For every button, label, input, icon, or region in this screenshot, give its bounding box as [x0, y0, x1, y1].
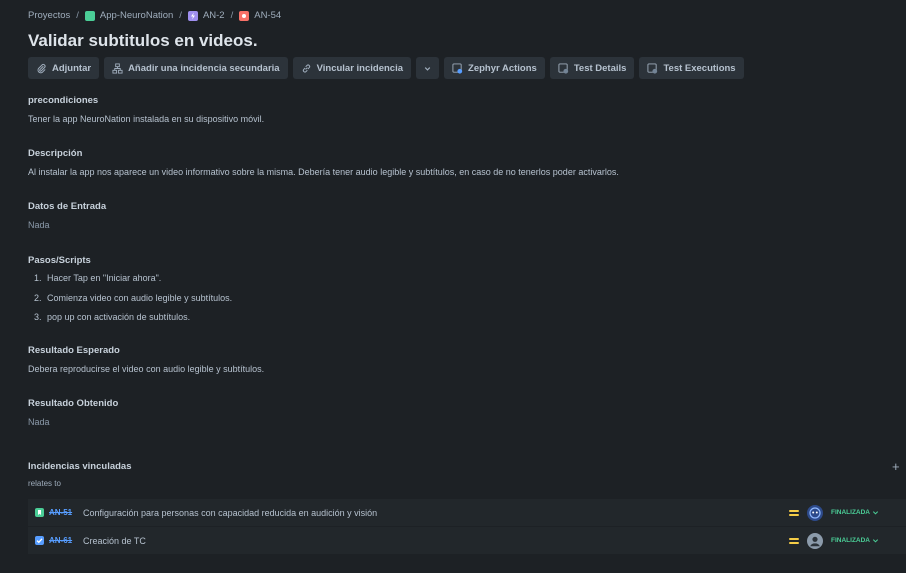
preconditions-text[interactable]: Tener la app NeuroNation instalada en su…	[28, 114, 264, 124]
input-data-heading: Datos de Entrada	[28, 201, 107, 212]
linked-issue-row[interactable]: AN-51 Configuración para personas con ca…	[28, 499, 906, 526]
test-details-label: Test Details	[573, 62, 627, 74]
test-executions-label: Test Executions	[663, 62, 736, 74]
step-text: pop up con activación de subtítulos.	[47, 312, 191, 322]
breadcrumb-project[interactable]: App-NeuroNation	[84, 10, 174, 21]
attach-button[interactable]: Adjuntar	[28, 57, 100, 79]
preconditions-heading: precondiciones	[28, 95, 99, 106]
page-title[interactable]: Validar subtitulos en videos.	[28, 31, 258, 51]
step-number: 1.	[34, 273, 42, 283]
link-issue-button[interactable]: Vincular incidencia	[292, 57, 412, 79]
description-text[interactable]: Al instalar la app nos aparece un video …	[28, 167, 619, 177]
status-label: FINALIZADA	[831, 509, 870, 516]
description-heading: Descripción	[28, 148, 83, 159]
priority-medium-icon	[789, 508, 799, 518]
more-dropdown-button[interactable]	[416, 57, 440, 79]
test-executions-icon	[647, 62, 658, 74]
linked-issue-key[interactable]: AN-51	[49, 508, 77, 517]
zephyr-actions-button[interactable]: Zephyr Actions	[444, 57, 545, 79]
add-child-issue-label: Añadir una incidencia secundaria	[128, 62, 280, 74]
list-item: 3. pop up con activación de subtítulos.	[34, 312, 232, 332]
link-icon	[302, 64, 310, 72]
chevron-down-icon	[872, 539, 879, 543]
linked-issue-summary[interactable]: Configuración para personas con capacida…	[83, 508, 789, 518]
actual-result-heading: Resultado Obtenido	[28, 398, 119, 409]
avatar[interactable]	[807, 532, 823, 549]
steps-heading: Pasos/Scripts	[28, 255, 91, 266]
step-number: 3.	[34, 312, 42, 322]
story-icon	[35, 508, 44, 517]
preconditions-section: precondiciones Tener la app NeuroNation …	[28, 95, 264, 124]
step-text: Comienza video con audio legible y subtí…	[47, 292, 233, 303]
status-label: FINALIZADA	[831, 537, 870, 544]
paperclip-icon	[37, 63, 46, 73]
linked-issue-key[interactable]: AN-61	[49, 536, 77, 545]
chevron-down-icon	[872, 511, 879, 515]
zephyr-icon	[452, 62, 463, 74]
step-text: Hacer Tap en "Iniciar ahora".	[47, 273, 162, 283]
priority-medium-icon	[789, 536, 799, 546]
linked-issue-row[interactable]: AN-61 Creación de TC FINALIZADA	[28, 527, 906, 554]
breadcrumb-issue[interactable]: AN-54	[239, 10, 281, 21]
breadcrumb-separator: /	[179, 10, 182, 21]
breadcrumb-separator: /	[230, 10, 234, 21]
breadcrumb-epic[interactable]: AN-2	[187, 10, 225, 21]
expected-result-section: Resultado Esperado Debera reproducirse e…	[28, 345, 264, 374]
breadcrumb: Proyectos / App-NeuroNation / AN-2 / AN-…	[28, 10, 281, 21]
steps-section: Pasos/Scripts 1. Hacer Tap en "Iniciar ah…	[28, 255, 232, 332]
status-badge[interactable]: FINALIZADA	[831, 509, 879, 516]
link-issue-label: Vincular incidencia	[316, 62, 404, 74]
actual-result-text[interactable]: Nada	[28, 417, 118, 427]
input-data-text[interactable]: Nada	[28, 220, 106, 230]
expected-result-heading: Resultado Esperado	[28, 345, 120, 356]
bug-icon	[239, 10, 250, 21]
breadcrumb-project-label: App-NeuroNation	[99, 10, 174, 21]
description-section: Descripción Al instalar la app nos apare…	[28, 148, 619, 177]
status-badge[interactable]: FINALIZADA	[831, 537, 879, 544]
test-details-button[interactable]: Test Details	[549, 57, 635, 79]
add-child-issue-button[interactable]: Añadir una incidencia secundaria	[104, 57, 288, 79]
avatar[interactable]	[807, 504, 823, 521]
hierarchy-icon	[112, 62, 123, 74]
add-linked-issue-button[interactable]: +	[892, 459, 900, 474]
breadcrumb-issue-label: AN-54	[254, 10, 282, 21]
relation-label: relates to	[28, 479, 61, 488]
expected-result-text[interactable]: Debera reproducirse el video con audio l…	[28, 364, 264, 374]
input-data-section: Datos de Entrada Nada	[28, 201, 106, 230]
list-item: 2. Comienza video con audio legible y sub…	[34, 293, 232, 313]
breadcrumb-projects[interactable]: Proyectos	[28, 10, 70, 21]
test-details-icon	[558, 62, 568, 74]
breadcrumb-projects-label: Proyectos	[28, 10, 71, 21]
list-item: 1. Hacer Tap en "Iniciar ahora".	[34, 273, 232, 293]
linked-issue-summary[interactable]: Creación de TC	[83, 536, 789, 546]
breadcrumb-separator: /	[76, 10, 79, 21]
project-icon	[84, 10, 95, 21]
steps-list[interactable]: 1. Hacer Tap en "Iniciar ahora". 2. Comien…	[28, 273, 232, 332]
zephyr-actions-label: Zephyr Actions	[468, 62, 537, 74]
chevron-down-icon	[424, 66, 431, 71]
linked-issues-heading: Incidencias vinculadas	[28, 461, 132, 472]
step-number: 2.	[34, 292, 42, 303]
task-icon	[35, 536, 44, 545]
actual-result-section: Resultado Obtenido Nada	[28, 398, 118, 427]
attach-label: Adjuntar	[52, 62, 92, 74]
test-executions-button[interactable]: Test Executions	[639, 57, 744, 79]
issue-toolbar: Adjuntar Añadir una incidencia secundari…	[28, 57, 744, 79]
breadcrumb-epic-label: AN-2	[202, 10, 225, 21]
epic-icon	[187, 10, 198, 21]
